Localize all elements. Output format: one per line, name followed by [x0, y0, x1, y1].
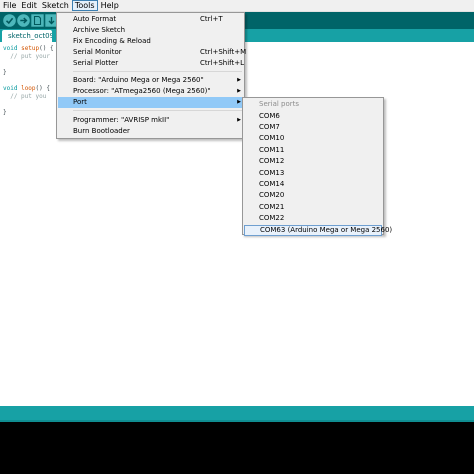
port-item-com6[interactable]: COM6 — [244, 111, 382, 122]
menu-sketch[interactable]: Sketch — [40, 0, 71, 11]
tools-menu: Auto Format Ctrl+T Archive Sketch Fix Encod… — [56, 12, 247, 139]
port-item-com11[interactable]: COM11 — [244, 145, 382, 156]
menu-item-label: Auto Format — [73, 15, 117, 23]
port-item-label: COM10 — [259, 134, 285, 143]
new-button[interactable] — [31, 14, 44, 27]
code-line: // put you — [3, 93, 46, 101]
menu-item-serial-monitor[interactable]: Serial Monitor Ctrl+Shift+M — [58, 47, 247, 58]
menu-tools[interactable]: Tools — [71, 0, 98, 11]
menu-edit[interactable]: Edit — [19, 0, 39, 11]
code-line: } — [3, 69, 7, 77]
port-item-com20[interactable]: COM20 — [244, 190, 382, 201]
code-token: void — [3, 45, 18, 52]
port-item-com10[interactable]: COM10 — [244, 133, 382, 144]
submenu-arrow-icon: ▶ — [237, 88, 241, 94]
menu-separator — [73, 110, 242, 111]
menu-item-label: Port — [73, 98, 87, 106]
tab-sketch[interactable]: sketch_oct09a — [2, 30, 52, 42]
menu-item-port[interactable]: Port ▶ — [58, 97, 243, 108]
code-token: loop — [21, 85, 36, 92]
menu-item-board-arduino-mega-or-mega-2560[interactable]: Board: "Arduino Mega or Mega 2560" ▶ — [58, 75, 243, 86]
upload-icon — [17, 14, 30, 27]
code-line: } — [3, 109, 7, 117]
menu-item-serial-plotter[interactable]: Serial Plotter Ctrl+Shift+L — [58, 58, 244, 69]
port-item-label: COM22 — [259, 214, 285, 223]
menu-item-shortcut: Ctrl+Shift+M — [200, 48, 247, 56]
code-token: // put your — [3, 53, 50, 60]
code-line: void loop() { — [3, 85, 50, 93]
code-token: void — [3, 85, 18, 92]
menu-item-label: Serial Plotter — [73, 59, 119, 67]
menu-item-fix-encoding-reload[interactable]: Fix Encoding & Reload — [58, 36, 243, 47]
code-line: // put your — [3, 53, 50, 61]
menu-help[interactable]: Help — [99, 0, 121, 11]
port-item-com13[interactable]: COM13 — [244, 168, 382, 179]
menu-item-processor-atmega2560-mega-2560[interactable]: Processor: "ATmega2560 (Mega 2560)" ▶ — [58, 86, 243, 97]
port-menu-header: Serial ports — [244, 99, 382, 110]
port-submenu: Serial ports COM6 COM7 COM10 COM11 COM12 COM13… — [242, 97, 392, 236]
port-item-com14[interactable]: COM14 — [244, 179, 382, 190]
menu-item-burn-bootloader[interactable]: Burn Bootloader — [58, 126, 243, 137]
menu-item-label: Burn Bootloader — [73, 127, 130, 135]
port-item-com21[interactable]: COM21 — [244, 202, 382, 213]
port-item-com7[interactable]: COM7 — [244, 122, 382, 133]
port-item-com12[interactable]: COM12 — [244, 156, 382, 167]
port-item-label: COM11 — [259, 145, 285, 154]
submenu-arrow-icon: ▶ — [237, 77, 241, 83]
menu-file[interactable]: File — [1, 0, 18, 11]
menu-item-label: Archive Sketch — [73, 26, 126, 34]
port-item-label: COM20 — [259, 191, 285, 200]
menu-item-shortcut: Ctrl+T — [200, 15, 223, 23]
menu-item-label: Programmer: "AVRISP mkII" — [73, 116, 170, 124]
port-item-com22[interactable]: COM22 — [244, 213, 382, 224]
menu-bar: File Edit Sketch Tools Help — [0, 0, 474, 12]
port-item-label: COM14 — [259, 179, 285, 188]
menu-item-label: Fix Encoding & Reload — [73, 37, 151, 45]
menu-item-shortcut: Ctrl+Shift+L — [200, 59, 244, 67]
upload-button[interactable] — [17, 14, 30, 27]
verify-button[interactable] — [3, 14, 16, 27]
code-token: } — [3, 109, 7, 116]
status-bar — [0, 406, 474, 420]
port-menu-header-label: Serial ports — [259, 100, 300, 108]
menu-item-auto-format[interactable]: Auto Format Ctrl+T — [58, 14, 243, 25]
port-item-label: COM12 — [259, 157, 285, 166]
code-token: } — [3, 69, 7, 76]
port-item-label: COM7 — [259, 122, 280, 131]
port-item-label: COM6 — [259, 111, 280, 120]
menu-item-label: Board: "Arduino Mega or Mega 2560" — [73, 76, 204, 84]
menu-item-label: Serial Monitor — [73, 48, 122, 56]
code-token: () { — [39, 45, 54, 52]
menu-item-programmer-avrisp-mkii[interactable]: Programmer: "AVRISP mkII" ▶ — [58, 115, 243, 126]
new-icon — [31, 14, 44, 27]
code-token: // put you — [3, 93, 47, 100]
console-output — [0, 422, 474, 474]
menu-separator — [73, 71, 242, 72]
menu-item-label: Processor: "ATmega2560 (Mega 2560)" — [73, 87, 211, 95]
code-token: setup — [21, 45, 40, 52]
submenu-arrow-icon: ▶ — [237, 99, 241, 105]
code-token: () { — [35, 85, 50, 92]
port-item-com63[interactable]: COM63 (Arduino Mega or Mega 2560) — [244, 224, 392, 236]
port-item-label: COM13 — [259, 168, 285, 177]
port-item-label: COM21 — [259, 202, 285, 211]
verify-icon — [3, 14, 16, 27]
code-line: void setup() { — [3, 45, 54, 53]
port-item-label: COM63 (Arduino Mega or Mega 2560) — [260, 225, 393, 234]
menu-item-archive-sketch[interactable]: Archive Sketch — [58, 25, 243, 36]
submenu-arrow-icon: ▶ — [237, 117, 241, 123]
